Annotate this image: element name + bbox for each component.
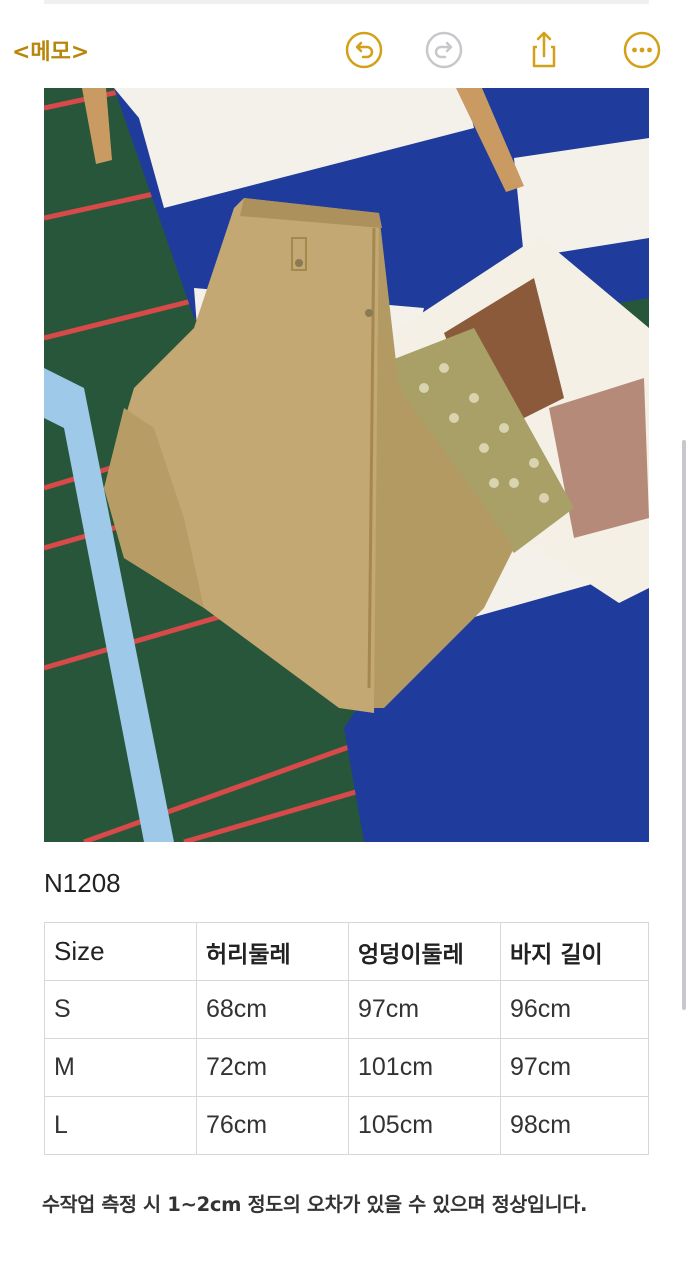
- back-button[interactable]: <메모>: [12, 34, 89, 66]
- table-row: S 68cm 97cm 96cm: [44, 980, 649, 1039]
- share-icon: [532, 31, 556, 68]
- more-icon: [623, 31, 661, 69]
- table-cell: M: [44, 1038, 197, 1097]
- redo-icon: [425, 31, 463, 69]
- table-cell: S: [44, 980, 197, 1039]
- size-table: Size 허리둘레 엉덩이둘레 바지 길이 S 68cm 97cm 96cm M…: [44, 922, 649, 1155]
- undo-button[interactable]: [344, 30, 384, 70]
- undo-icon: [345, 31, 383, 69]
- table-cell: 76cm: [196, 1096, 349, 1155]
- table-row: L 76cm 105cm 98cm: [44, 1096, 649, 1155]
- share-button[interactable]: [524, 30, 564, 70]
- scrollbar[interactable]: [682, 440, 686, 1010]
- more-button[interactable]: [622, 30, 662, 70]
- table-cell: 101cm: [348, 1038, 501, 1097]
- product-photo[interactable]: [44, 88, 649, 842]
- table-cell: 98cm: [500, 1096, 649, 1155]
- table-header-row: Size 허리둘레 엉덩이둘레 바지 길이: [44, 922, 649, 981]
- table-cell: L: [44, 1096, 197, 1155]
- header-waist: 허리둘레: [196, 922, 349, 981]
- table-cell: 72cm: [196, 1038, 349, 1097]
- header-hip: 엉덩이둘레: [348, 922, 501, 981]
- header-length: 바지 길이: [500, 922, 649, 981]
- measurement-note: 수작업 측정 시 1~2cm 정도의 오차가 있을 수 있으며 정상입니다.: [42, 1193, 588, 1216]
- pants-photo-illustration: [44, 88, 649, 842]
- redo-button[interactable]: [424, 30, 464, 70]
- table-cell: 97cm: [348, 980, 501, 1039]
- table-cell: 97cm: [500, 1038, 649, 1097]
- table-cell: 96cm: [500, 980, 649, 1039]
- top-divider: [44, 0, 649, 4]
- product-code: N1208: [44, 868, 121, 898]
- table-cell: 105cm: [348, 1096, 501, 1155]
- table-cell: 68cm: [196, 980, 349, 1039]
- header-size: Size: [44, 922, 197, 981]
- table-row: M 72cm 101cm 97cm: [44, 1038, 649, 1097]
